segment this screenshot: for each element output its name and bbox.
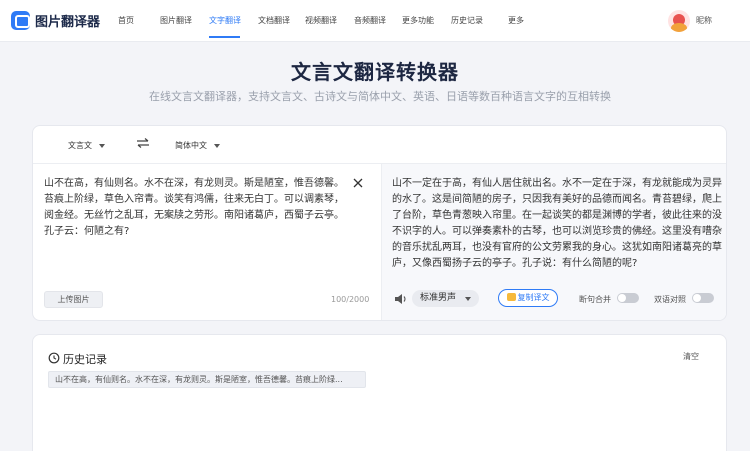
nav-item-home[interactable]: 首页 (118, 15, 134, 26)
history-clock-icon (48, 352, 60, 364)
history-title: 历史记录 (63, 353, 107, 366)
logo-icon (11, 11, 30, 30)
translation-output: 山不一定在于高，有仙人居住就出名。水不一定在于深，有龙就能成为灵异的水了。这是间… (392, 178, 722, 269)
nav-item-text-translate[interactable]: 文字翻译 (209, 15, 241, 26)
source-language-select[interactable]: 文言文 (68, 140, 105, 151)
history-card: 历史记录 清空 山不在高，有仙则名。水不在深，有龙则灵。斯是陋室，惟吾德馨。苔痕… (32, 334, 727, 451)
nav-item-more-features[interactable]: 更多功能 (402, 15, 434, 26)
copy-icon (506, 293, 516, 301)
nav-item-more[interactable]: 更多 (508, 15, 524, 26)
copy-label: 复制译文 (517, 293, 550, 302)
copy-translation-button[interactable]: 复制译文 (498, 289, 558, 307)
close-icon[interactable] (352, 177, 364, 189)
sentence-merge-label: 断句合并 (579, 295, 611, 304)
active-tab-indicator (209, 36, 240, 38)
source-language-label: 文言文 (68, 141, 92, 150)
nav-item-video-translate[interactable]: 视频翻译 (305, 15, 337, 26)
speaker-icon[interactable] (394, 293, 408, 305)
target-pane: 山不一定在于高，有仙人居住就出名。水不一定在于深，有龙就能成为灵异的水了。这是间… (381, 164, 726, 320)
user-nickname[interactable]: 昵称 (696, 15, 712, 26)
page-subtitle: 在线文言文翻译器，支持文言文、古诗文与简体中文、英语、日语等数百种语言文字的互相… (149, 90, 611, 103)
chevron-down-icon (214, 143, 220, 148)
chevron-down-icon (465, 297, 471, 301)
app-logo[interactable]: 图片翻译器 (11, 11, 100, 30)
chevron-down-icon (99, 143, 105, 148)
swap-icon[interactable] (136, 138, 150, 148)
target-language-label: 简体中文 (175, 141, 207, 150)
source-pane: 山不在高，有仙则名。水不在深，有龙则灵。斯是陋室，惟吾德馨。苔痕上阶绿，草色入帘… (33, 164, 381, 320)
bilingual-compare-label: 双语对照 (654, 295, 686, 304)
bilingual-compare-toggle[interactable] (692, 293, 714, 303)
avatar[interactable] (668, 10, 690, 32)
sentence-merge-toggle[interactable] (617, 293, 639, 303)
voice-label: 标准男声 (420, 293, 457, 303)
nav-item-document-translate[interactable]: 文档翻译 (258, 15, 290, 26)
upload-image-button[interactable]: 上传图片 (44, 291, 103, 308)
voice-select[interactable]: 标准男声 (412, 290, 479, 307)
nav-item-history[interactable]: 历史记录 (451, 15, 483, 26)
top-nav: 图片翻译器 首页 图片翻译 文字翻译 文档翻译 视频翻译 音频翻译 更多功能 历… (0, 0, 750, 42)
nav-item-audio-translate[interactable]: 音频翻译 (354, 15, 386, 26)
clear-history-button[interactable]: 清空 (683, 351, 699, 362)
app-name: 图片翻译器 (35, 15, 101, 30)
target-language-select[interactable]: 简体中文 (175, 140, 220, 151)
char-count: 100/2000 (331, 295, 370, 304)
history-item[interactable]: 山不在高，有仙则名。水不在深，有龙则灵。斯是陋室，惟吾德馨。苔痕上阶绿... (48, 371, 366, 388)
nav-item-image-translate[interactable]: 图片翻译 (160, 15, 192, 26)
source-text-input[interactable]: 山不在高，有仙则名。水不在深，有龙则灵。斯是陋室，惟吾德馨。苔痕上阶绿，草色入帘… (44, 176, 344, 240)
translator-card: 文言文 简体中文 山不在高，有仙则名。水不在深，有龙则灵。斯是陋室，惟吾德馨。苔… (32, 125, 727, 321)
page-title: 文言文翻译转换器 (291, 60, 459, 84)
language-bar: 文言文 简体中文 (33, 126, 726, 164)
